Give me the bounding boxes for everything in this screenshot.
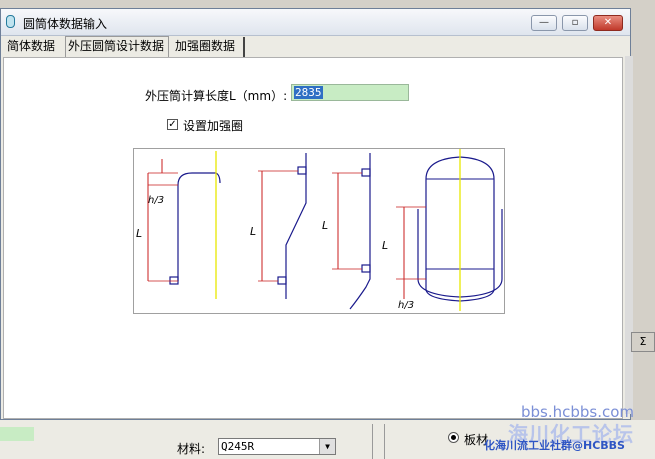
cylinder-icon (6, 15, 15, 28)
figure-3: L (322, 153, 371, 310)
material-value: Q245R (221, 440, 255, 453)
calc-length-diagram: h/3 L L L L h/3 (133, 148, 505, 314)
minimize-button[interactable]: — (531, 15, 557, 31)
divider (384, 424, 385, 459)
tab-shell-data[interactable]: 简体数据 (5, 37, 61, 57)
fig2-l-label: L (250, 225, 256, 238)
right-side-button[interactable]: Σ (631, 332, 655, 352)
figure-4: L h/3 (382, 149, 503, 311)
reinforce-label: 设置加强圈 (183, 119, 244, 133)
figure-1: h/3 L (136, 151, 221, 299)
reinforce-checkbox[interactable]: ✓ (167, 119, 178, 130)
fig1-h-label: h/3 (148, 195, 164, 206)
title-bar: 圆筒体数据输入 — ▫ ✕ (1, 9, 630, 36)
material-label: 材料: (177, 442, 206, 456)
diagram-svg: h/3 L L L L h/3 (136, 149, 503, 311)
plate-radio[interactable] (448, 432, 459, 443)
fig3-l-label: L (322, 219, 328, 232)
fig4-h-label: h/3 (398, 300, 414, 311)
maximize-button[interactable]: ▫ (562, 15, 588, 31)
divider (372, 424, 373, 459)
tab-stiffener-ring[interactable]: 加强圈数据 (173, 37, 245, 57)
length-value: 2835 (294, 86, 323, 99)
window-title: 圆筒体数据输入 (23, 17, 108, 31)
tab-external-pressure[interactable]: 外压圆筒设计数据 (65, 36, 169, 58)
watermark-caption: 化海川流工业社群@HCBBS (484, 439, 625, 452)
length-label: 外压筒计算长度L（mm）: (145, 89, 288, 103)
length-input[interactable]: 2835 (291, 84, 409, 101)
figure-2: L (250, 153, 307, 299)
fig4-l-label: L (382, 239, 388, 252)
close-button[interactable]: ✕ (593, 15, 623, 31)
chevron-down-icon[interactable]: ▼ (319, 439, 335, 454)
fig1-l-label: L (136, 227, 142, 240)
bottom-input-fragment[interactable] (0, 427, 34, 441)
material-select[interactable]: Q245R ▼ (218, 438, 336, 455)
right-edge-strip (625, 56, 633, 414)
